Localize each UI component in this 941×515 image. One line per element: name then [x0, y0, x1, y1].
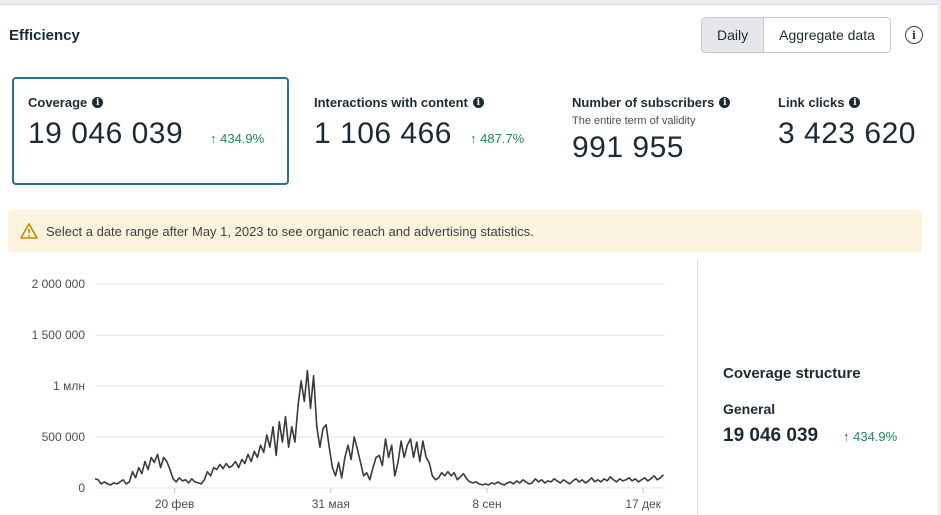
metric-subtitle: The entire term of validity — [572, 115, 696, 127]
info-icon: i — [472, 97, 484, 108]
y-tick-label: 2 000 000 — [32, 277, 86, 291]
warning-text: Select a date range after May 1, 2023 to… — [46, 223, 534, 239]
metric-label: Interactions with content i — [314, 95, 484, 110]
x-tick-label: 17 дек — [625, 497, 661, 511]
metric-label-text: Interactions with content — [314, 95, 468, 110]
divider — [697, 260, 698, 515]
metric-delta: ↑ 487.7% — [470, 131, 525, 146]
coverage-structure-value: 19 046 039 — [723, 425, 819, 446]
coverage-chart: 0 500 000 1 млн 1 500 000 2 000 000 20 фев 31 … — [0, 260, 690, 515]
metric-label-text: Number of subscribers — [572, 95, 715, 110]
metric-value: 19 046 039 — [28, 117, 184, 150]
aggregate-data-button[interactable]: Aggregate data — [764, 18, 890, 52]
y-tick-label: 500 000 — [42, 430, 86, 444]
info-icon: i — [719, 97, 731, 108]
efficiency-panel: Efficiency Daily Aggregate data i Covera… — [0, 4, 938, 515]
x-tick-label: 31 мая — [312, 497, 350, 511]
metric-label-text: Link clicks — [778, 95, 845, 110]
metric-value: 1 106 466 — [314, 117, 452, 150]
metric-delta: ↑ 434.9% — [210, 131, 265, 146]
info-icon: i — [92, 97, 104, 108]
coverage-structure-title: Coverage structure — [723, 365, 861, 382]
coverage-chart-svg: 0 500 000 1 млн 1 500 000 2 000 000 20 фев 31 … — [32, 277, 665, 511]
y-tick-label: 1 млн — [53, 379, 85, 393]
x-tick-label: 20 фев — [155, 497, 195, 511]
warning-banner: Select a date range after May 1, 2023 to… — [8, 210, 922, 252]
page-title: Efficiency — [9, 27, 80, 44]
info-icon[interactable]: i — [905, 26, 923, 44]
y-tick-label: 0 — [78, 481, 85, 495]
y-tick-label: 1 500 000 — [32, 328, 86, 342]
coverage-structure-label: General — [723, 401, 776, 417]
warning-icon — [20, 223, 38, 239]
metric-card-coverage[interactable]: Coverage i 19 046 039 ↑ 434.9% — [12, 77, 289, 185]
daily-button[interactable]: Daily — [702, 18, 765, 52]
metric-value: 991 955 — [572, 131, 684, 164]
metric-label: Link clicks i — [778, 95, 861, 110]
x-tick-label: 8 сен — [472, 497, 501, 511]
metric-label: Coverage i — [28, 95, 104, 110]
metric-label-text: Coverage — [28, 95, 88, 110]
metric-value: 3 423 620 — [778, 117, 916, 150]
info-icon: i — [849, 97, 861, 108]
metric-card-link-clicks[interactable]: Link clicks i 3 423 620 — [766, 77, 922, 185]
metric-card-interactions[interactable]: Interactions with content i 1 106 466 ↑ 4… — [300, 77, 560, 185]
coverage-series-line — [94, 369, 664, 486]
metric-card-subscribers[interactable]: Number of subscribers i The entire term o… — [560, 77, 760, 185]
metric-label: Number of subscribers i — [572, 95, 731, 110]
view-toggle: Daily Aggregate data — [701, 17, 891, 53]
coverage-structure-delta: ↑ 434.9% — [843, 429, 898, 444]
